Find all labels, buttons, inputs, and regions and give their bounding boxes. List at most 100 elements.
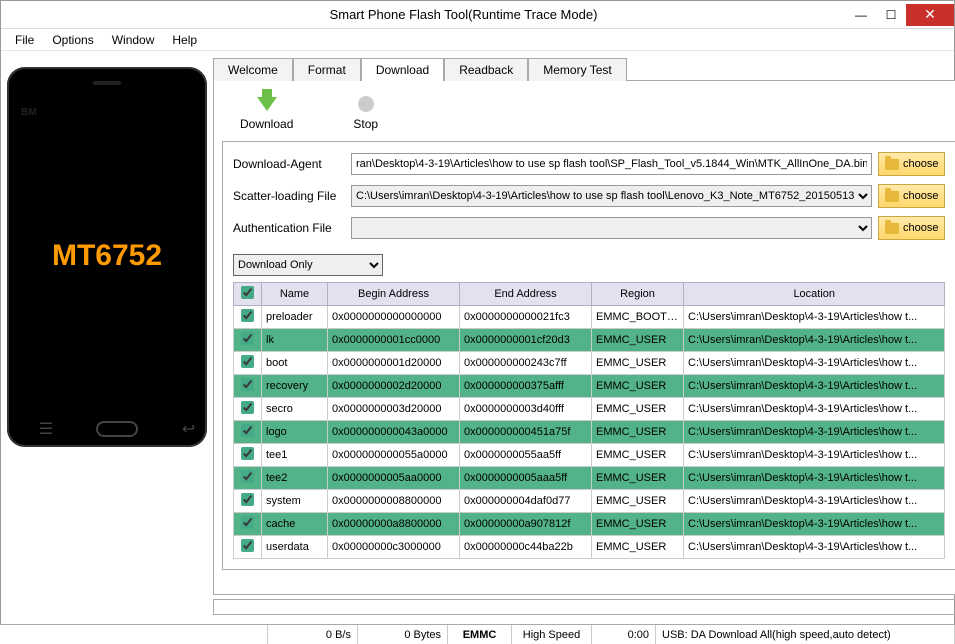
cell-name: userdata <box>262 536 328 559</box>
col-name: Name <box>262 283 328 306</box>
cell-name: secro <box>262 398 328 421</box>
cell-name: boot <box>262 352 328 375</box>
minimize-button[interactable]: — <box>846 4 876 26</box>
cell-name: tee1 <box>262 444 328 467</box>
row-checkbox[interactable] <box>241 470 254 483</box>
cell-region: EMMC_USER <box>592 513 684 536</box>
cell-region: EMMC_USER <box>592 329 684 352</box>
cell-begin: 0x00000000a8800000 <box>328 513 460 536</box>
folder-icon <box>885 223 899 234</box>
row-checkbox[interactable] <box>241 447 254 460</box>
select-all-checkbox[interactable] <box>241 286 254 299</box>
tab-welcome[interactable]: Welcome <box>213 58 293 81</box>
cell-name: cache <box>262 513 328 536</box>
stop-button[interactable]: Stop <box>353 93 378 131</box>
cell-location: C:\Users\imran\Desktop\4-3-19\Articles\h… <box>684 444 945 467</box>
table-row[interactable]: boot 0x0000000001d20000 0x000000000243c7… <box>234 352 945 375</box>
cell-location: C:\Users\imran\Desktop\4-3-19\Articles\h… <box>684 398 945 421</box>
tab-readback[interactable]: Readback <box>444 58 528 81</box>
cell-end: 0x0000000001cf20d3 <box>460 329 592 352</box>
row-checkbox[interactable] <box>241 378 254 391</box>
table-row[interactable]: system 0x0000000008800000 0x000000004daf… <box>234 490 945 513</box>
scatter-choose-button[interactable]: choose <box>878 184 945 208</box>
cell-end: 0x000000000243c7ff <box>460 352 592 375</box>
scatter-select[interactable]: C:\Users\imran\Desktop\4-3-19\Articles\h… <box>351 185 872 207</box>
cell-begin: 0x00000000c3000000 <box>328 536 460 559</box>
cell-name: logo <box>262 421 328 444</box>
status-time: 0:00 <box>592 625 656 644</box>
cell-region: EMMC_USER <box>592 536 684 559</box>
tab-download[interactable]: Download <box>361 58 444 81</box>
da-input[interactable] <box>351 153 872 175</box>
da-choose-button[interactable]: choose <box>878 152 945 176</box>
close-button[interactable]: ✕ <box>906 4 954 26</box>
status-highspeed: High Speed <box>512 625 592 644</box>
cell-begin: 0x0000000001cc0000 <box>328 329 460 352</box>
table-row[interactable]: secro 0x0000000003d20000 0x0000000003d40… <box>234 398 945 421</box>
progress-bar <box>213 599 955 615</box>
table-row[interactable]: tee2 0x0000000005aa0000 0x0000000005aaa5… <box>234 467 945 490</box>
table-row[interactable]: lk 0x0000000001cc0000 0x0000000001cf20d3… <box>234 329 945 352</box>
cell-name: system <box>262 490 328 513</box>
cell-begin: 0x0000000003d20000 <box>328 398 460 421</box>
mode-select[interactable]: Download Only <box>233 254 383 276</box>
row-checkbox[interactable] <box>241 309 254 322</box>
cell-end: 0x0000000055aa5ff <box>460 444 592 467</box>
cell-end: 0x00000000c44ba22b <box>460 536 592 559</box>
table-row[interactable]: recovery 0x0000000002d20000 0x0000000003… <box>234 375 945 398</box>
row-checkbox[interactable] <box>241 516 254 529</box>
cell-end: 0x0000000005aaa5ff <box>460 467 592 490</box>
cell-region: EMMC_USER <box>592 444 684 467</box>
auth-choose-button[interactable]: choose <box>878 216 945 240</box>
cell-location: C:\Users\imran\Desktop\4-3-19\Articles\h… <box>684 352 945 375</box>
cell-name: preloader <box>262 306 328 329</box>
table-row[interactable]: preloader 0x0000000000000000 0x000000000… <box>234 306 945 329</box>
auth-select[interactable] <box>351 217 872 239</box>
cell-end: 0x000000000451a75f <box>460 421 592 444</box>
cell-end: 0x0000000000021fc3 <box>460 306 592 329</box>
cell-region: EMMC_USER <box>592 421 684 444</box>
cell-location: C:\Users\imran\Desktop\4-3-19\Articles\h… <box>684 306 945 329</box>
tab-memory-test[interactable]: Memory Test <box>528 58 626 81</box>
folder-icon <box>885 191 899 202</box>
cell-begin: 0x000000000043a0000 <box>328 421 460 444</box>
download-button[interactable]: Download <box>240 93 293 131</box>
status-usb: USB: DA Download All(high speed,auto det… <box>656 625 955 644</box>
tab-format[interactable]: Format <box>293 58 361 81</box>
cell-region: EMMC_USER <box>592 467 684 490</box>
cell-location: C:\Users\imran\Desktop\4-3-19\Articles\h… <box>684 536 945 559</box>
cell-region: EMMC_USER <box>592 375 684 398</box>
row-checkbox[interactable] <box>241 332 254 345</box>
folder-icon <box>885 159 899 170</box>
cell-end: 0x000000000375afff <box>460 375 592 398</box>
cell-end: 0x000000004daf0d77 <box>460 490 592 513</box>
row-checkbox[interactable] <box>241 355 254 368</box>
cell-location: C:\Users\imran\Desktop\4-3-19\Articles\h… <box>684 513 945 536</box>
cell-begin: 0x0000000002d20000 <box>328 375 460 398</box>
auth-label: Authentication File <box>233 221 345 235</box>
cell-location: C:\Users\imran\Desktop\4-3-19\Articles\h… <box>684 421 945 444</box>
row-checkbox[interactable] <box>241 539 254 552</box>
cell-begin: 0x0000000008800000 <box>328 490 460 513</box>
scatter-label: Scatter-loading File <box>233 189 345 203</box>
cell-name: lk <box>262 329 328 352</box>
table-row[interactable]: logo 0x000000000043a0000 0x000000000451a… <box>234 421 945 444</box>
maximize-button[interactable]: ☐ <box>876 4 906 26</box>
row-checkbox[interactable] <box>241 401 254 414</box>
table-row[interactable]: userdata 0x00000000c3000000 0x00000000c4… <box>234 536 945 559</box>
menu-window[interactable]: Window <box>104 31 163 49</box>
back-icon: ↩ <box>182 419 195 439</box>
status-speed: 0 B/s <box>268 625 358 644</box>
menu-options[interactable]: Options <box>44 31 101 49</box>
col-begin: Begin Address <box>328 283 460 306</box>
table-row[interactable]: tee1 0x000000000055a0000 0x0000000055aa5… <box>234 444 945 467</box>
status-bytes: 0 Bytes <box>358 625 448 644</box>
menu-help[interactable]: Help <box>164 31 205 49</box>
cell-end: 0x0000000003d40fff <box>460 398 592 421</box>
table-row[interactable]: cache 0x00000000a8800000 0x00000000a9078… <box>234 513 945 536</box>
menu-file[interactable]: File <box>7 31 42 49</box>
row-checkbox[interactable] <box>241 493 254 506</box>
row-checkbox[interactable] <box>241 424 254 437</box>
cell-name: recovery <box>262 375 328 398</box>
cell-location: C:\Users\imran\Desktop\4-3-19\Articles\h… <box>684 329 945 352</box>
